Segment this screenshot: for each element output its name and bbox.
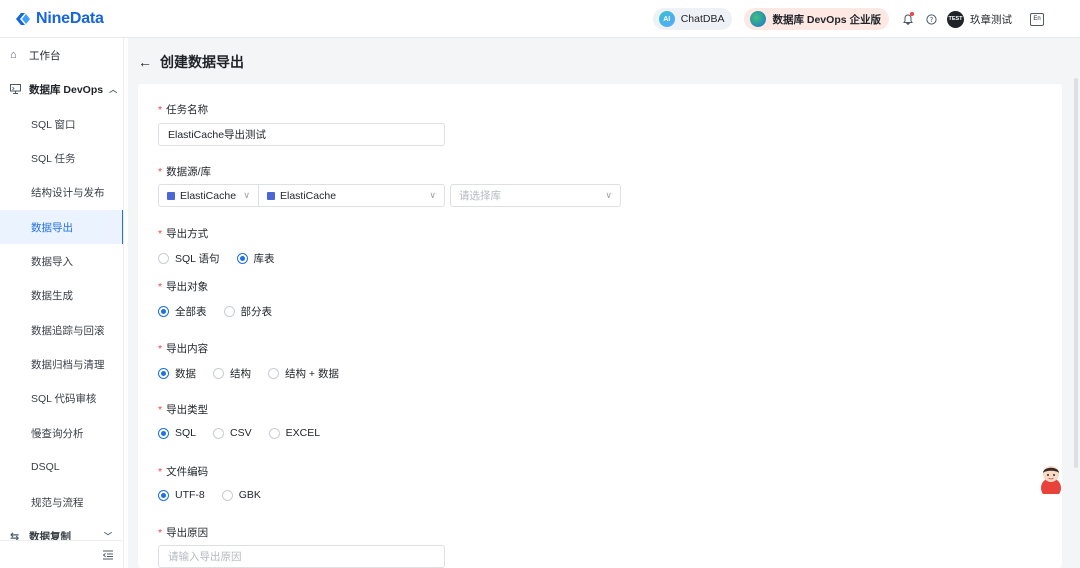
- sidebar-item-data-export[interactable]: 数据导出: [0, 210, 123, 244]
- radio-utf8[interactable]: UTF-8: [158, 489, 205, 501]
- chevron-down-icon: ∨: [243, 190, 250, 200]
- main-scrollbar[interactable]: [1074, 78, 1078, 468]
- export-method-label: * 导出方式: [158, 228, 209, 240]
- sidebar-item-sql-review[interactable]: SQL 代码审核: [0, 381, 123, 415]
- database-placeholder: 请选择库: [459, 190, 501, 202]
- radio-sql[interactable]: SQL: [158, 427, 196, 439]
- export-content-label: * 导出内容: [158, 343, 209, 355]
- sidebar-item-label: SQL 任务: [31, 152, 76, 165]
- user-name: 玖章测试: [970, 13, 1012, 26]
- page-title: 创建数据导出: [160, 54, 244, 70]
- sidebar-item-label: 结构设计与发布: [31, 186, 105, 199]
- sidebar-item-slow-query[interactable]: 慢查询分析: [0, 416, 123, 450]
- sidebar-item-standards[interactable]: 规范与流程: [0, 485, 123, 519]
- sidebar-item-workbench[interactable]: ⌂ 工作台: [0, 38, 123, 72]
- elasticache-icon: [267, 191, 275, 200]
- sidebar-item-label: 慢查询分析: [31, 427, 84, 440]
- form-card: * 任务名称 ElastiCache导出测试 * 数据源/库 ElastiCache…: [138, 84, 1062, 568]
- edition-button[interactable]: 数据库 DevOps 企业版: [744, 8, 889, 30]
- edition-label: 数据库 DevOps 企业版: [772, 13, 881, 26]
- export-content-group: 数据 结构 结构 + 数据: [158, 366, 356, 381]
- sidebar-item-sql-window[interactable]: SQL 窗口: [0, 107, 123, 141]
- data-source-label: * 数据源/库: [158, 166, 212, 178]
- chevron-down-icon: ∨: [605, 190, 612, 200]
- export-type-group: SQL CSV EXCEL: [158, 427, 337, 439]
- back-arrow-icon[interactable]: ←: [138, 54, 152, 70]
- elasticache-icon: [167, 191, 175, 200]
- radio-database-table[interactable]: 库表: [236, 251, 275, 266]
- sidebar-item-label: 数据导出: [31, 221, 73, 234]
- sidebar-footer: [0, 540, 123, 568]
- monitor-icon: [10, 84, 22, 94]
- sidebar: ⌂ 工作台 数据库 DevOps ︿ SQL 窗口 SQL 任务 结构设计与发布…: [0, 38, 124, 568]
- main-area: ← 创建数据导出 * 任务名称 ElastiCache导出测试 * 数据源/库 El…: [128, 38, 1080, 568]
- chevron-down-icon: ∨: [429, 190, 436, 200]
- export-method-group: SQL 语句 库表: [158, 251, 292, 266]
- sidebar-item-label: 数据导入: [31, 255, 73, 268]
- home-icon: ⌂: [10, 49, 17, 61]
- radio-data[interactable]: 数据: [158, 366, 196, 381]
- export-object-label: * 导出对象: [158, 281, 209, 293]
- sidebar-item-label: 数据追踪与回滚: [31, 324, 105, 337]
- chatdba-label: ChatDBA: [680, 13, 725, 25]
- collapse-menu-icon[interactable]: [102, 549, 114, 563]
- sidebar-item-label: 规范与流程: [31, 496, 84, 509]
- chatdba-button[interactable]: AI ChatDBA: [652, 8, 733, 30]
- user-avatar: TEST: [947, 10, 964, 28]
- sidebar-item-label: 数据生成: [31, 289, 73, 302]
- radio-sql-statement[interactable]: SQL 语句: [158, 251, 220, 266]
- export-type-label: * 导出类型: [158, 404, 209, 416]
- sidebar-section-devops[interactable]: 数据库 DevOps ︿: [0, 72, 123, 106]
- datasource-instance-value: ElastiCache: [280, 189, 337, 202]
- file-encoding-group: UTF-8 GBK: [158, 489, 278, 501]
- sidebar-item-label: SQL 窗口: [31, 118, 76, 131]
- export-object-group: 全部表 部分表: [158, 304, 289, 319]
- sidebar-item-label: 工作台: [29, 49, 61, 62]
- sidebar-item-data-trace[interactable]: 数据追踪与回滚: [0, 313, 123, 347]
- sidebar-item-data-import[interactable]: 数据导入: [0, 244, 123, 278]
- sidebar-item-label: DSQL: [31, 461, 60, 473]
- task-name-label: * 任务名称: [158, 104, 209, 116]
- page-header: ← 创建数据导出: [138, 52, 244, 72]
- support-assistant-icon[interactable]: [1037, 462, 1065, 494]
- database-select[interactable]: 请选择库 ∨: [450, 184, 621, 207]
- ninedata-logo[interactable]: NineData: [14, 10, 104, 28]
- task-name-input[interactable]: ElastiCache导出测试: [158, 123, 445, 146]
- sidebar-section-label: 数据库 DevOps: [29, 83, 104, 96]
- help-icon[interactable]: ?: [924, 12, 938, 26]
- chevron-up-icon: ︿: [109, 84, 118, 94]
- user-menu[interactable]: TEST 玖章测试: [947, 10, 1012, 28]
- top-bar: NineData AI ChatDBA 数据库 DevOps 企业版 ? TES…: [0, 0, 1080, 38]
- sidebar-item-dsql[interactable]: DSQL: [0, 450, 123, 484]
- sidebar-scrollbar[interactable]: [123, 38, 124, 380]
- brand-name: NineData: [36, 9, 104, 27]
- sidebar-item-schema-design[interactable]: 结构设计与发布: [0, 175, 123, 209]
- datasource-instance-select[interactable]: ElastiCache ∨: [258, 184, 445, 207]
- radio-structure-data[interactable]: 结构 + 数据: [268, 366, 339, 381]
- sidebar-item-sql-task[interactable]: SQL 任务: [0, 141, 123, 175]
- language-switch-icon[interactable]: En: [1030, 12, 1044, 26]
- sidebar-item-label: 数据归档与清理: [31, 358, 105, 371]
- svg-text:?: ?: [929, 16, 933, 24]
- export-reason-input[interactable]: 请输入导出原因: [158, 545, 445, 568]
- export-reason-label: * 导出原因: [158, 527, 209, 539]
- bell-icon[interactable]: [901, 12, 915, 26]
- radio-partial-tables[interactable]: 部分表: [223, 304, 272, 319]
- radio-gbk[interactable]: GBK: [221, 489, 261, 501]
- file-encoding-label: * 文件编码: [158, 466, 209, 478]
- sidebar-item-data-generate[interactable]: 数据生成: [0, 278, 123, 312]
- logo-icon: [16, 12, 30, 25]
- datasource-type-select[interactable]: ElastiCache ∨: [158, 184, 259, 207]
- sidebar-item-label: SQL 代码审核: [31, 392, 97, 405]
- datasource-type-value: ElastiCache: [180, 189, 237, 202]
- globe-icon: [750, 11, 767, 27]
- sidebar-item-data-archive[interactable]: 数据归档与清理: [0, 347, 123, 381]
- ai-icon: AI: [658, 11, 675, 27]
- radio-excel[interactable]: EXCEL: [268, 427, 320, 439]
- radio-structure[interactable]: 结构: [213, 366, 251, 381]
- radio-csv[interactable]: CSV: [213, 427, 252, 439]
- radio-all-tables[interactable]: 全部表: [158, 304, 207, 319]
